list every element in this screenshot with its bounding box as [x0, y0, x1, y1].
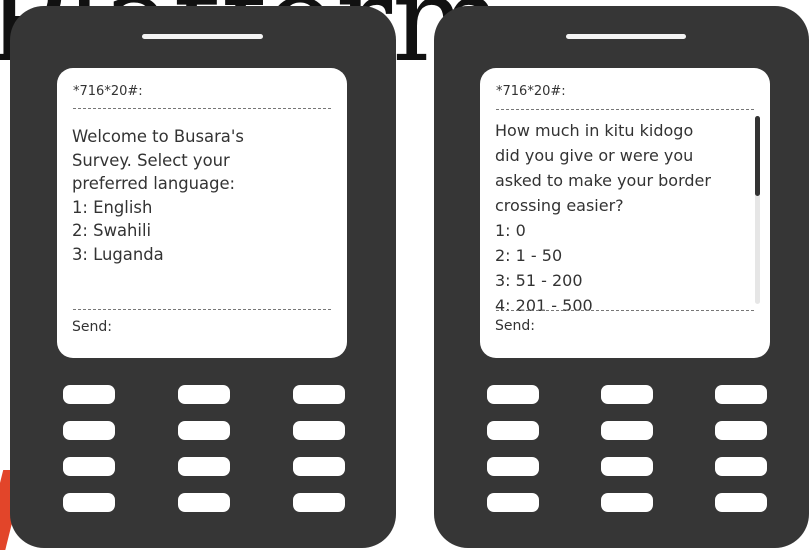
- keypad-key[interactable]: [601, 457, 653, 476]
- keypad-key[interactable]: [63, 493, 115, 512]
- menu-option[interactable]: 2: Swahili: [72, 219, 322, 243]
- keypad-key[interactable]: [601, 493, 653, 512]
- keypad-key[interactable]: [293, 493, 345, 512]
- keypad-key[interactable]: [63, 457, 115, 476]
- keypad-key[interactable]: [293, 385, 345, 404]
- menu-option[interactable]: 2: 1 - 50: [495, 243, 747, 268]
- keypad-key[interactable]: [178, 385, 230, 404]
- keypad-key[interactable]: [715, 493, 767, 512]
- message-line: Welcome to Busara's: [72, 127, 244, 146]
- menu-option[interactable]: 3: Luganda: [72, 243, 322, 267]
- message-line: preferred language:: [72, 174, 236, 193]
- phone-screen: *716*20#: How much in kitu kidogo did yo…: [480, 68, 770, 358]
- divider-top: [496, 109, 754, 110]
- message-line: did you give or were you: [495, 146, 694, 165]
- message-line: asked to make your border: [495, 171, 711, 190]
- keypad-key[interactable]: [487, 457, 539, 476]
- keypad-key[interactable]: [601, 385, 653, 404]
- keypad-key[interactable]: [178, 493, 230, 512]
- keypad-key[interactable]: [63, 385, 115, 404]
- keypad-key[interactable]: [715, 457, 767, 476]
- divider-bottom: [496, 310, 754, 311]
- menu-option[interactable]: 4: 201 - 500: [495, 293, 747, 318]
- phone-screen: *716*20#: Welcome to Busara's Survey. Se…: [57, 68, 347, 358]
- ussd-message: Welcome to Busara's Survey. Select your …: [72, 125, 322, 266]
- message-line: How much in kitu kidogo: [495, 121, 694, 140]
- keypad-key[interactable]: [487, 385, 539, 404]
- keypad: [487, 385, 767, 512]
- phone-right: *716*20#: How much in kitu kidogo did yo…: [434, 6, 809, 548]
- keypad-key[interactable]: [487, 493, 539, 512]
- phone-left: *716*20#: Welcome to Busara's Survey. Se…: [10, 6, 396, 548]
- speaker-grille: [566, 34, 686, 39]
- keypad-key[interactable]: [178, 457, 230, 476]
- ussd-code: *716*20#:: [496, 84, 566, 99]
- keypad-key[interactable]: [487, 421, 539, 440]
- keypad-key[interactable]: [63, 421, 115, 440]
- keypad-key[interactable]: [715, 385, 767, 404]
- menu-option[interactable]: 3: 51 - 200: [495, 268, 747, 293]
- message-line: crossing easier?: [495, 196, 624, 215]
- menu-option[interactable]: 1: 0: [495, 218, 747, 243]
- menu-option[interactable]: 1: English: [72, 196, 322, 220]
- message-line: Survey. Select your: [72, 150, 230, 170]
- scrollbar[interactable]: [755, 116, 760, 304]
- divider-top: [73, 108, 331, 109]
- ussd-message: How much in kitu kidogo did you give or …: [495, 118, 747, 318]
- send-input[interactable]: Send:: [72, 319, 112, 335]
- speaker-grille: [142, 34, 263, 39]
- scrollbar-thumb[interactable]: [755, 116, 760, 196]
- divider-bottom: [73, 309, 331, 310]
- keypad-key[interactable]: [293, 421, 345, 440]
- keypad-key[interactable]: [293, 457, 345, 476]
- stage: Platform *716*20#: Welcome to Busara's S…: [0, 0, 810, 550]
- keypad-key[interactable]: [178, 421, 230, 440]
- keypad: [63, 385, 345, 512]
- send-input[interactable]: Send:: [495, 318, 535, 334]
- ussd-code: *716*20#:: [73, 84, 143, 99]
- keypad-key[interactable]: [601, 421, 653, 440]
- keypad-key[interactable]: [715, 421, 767, 440]
